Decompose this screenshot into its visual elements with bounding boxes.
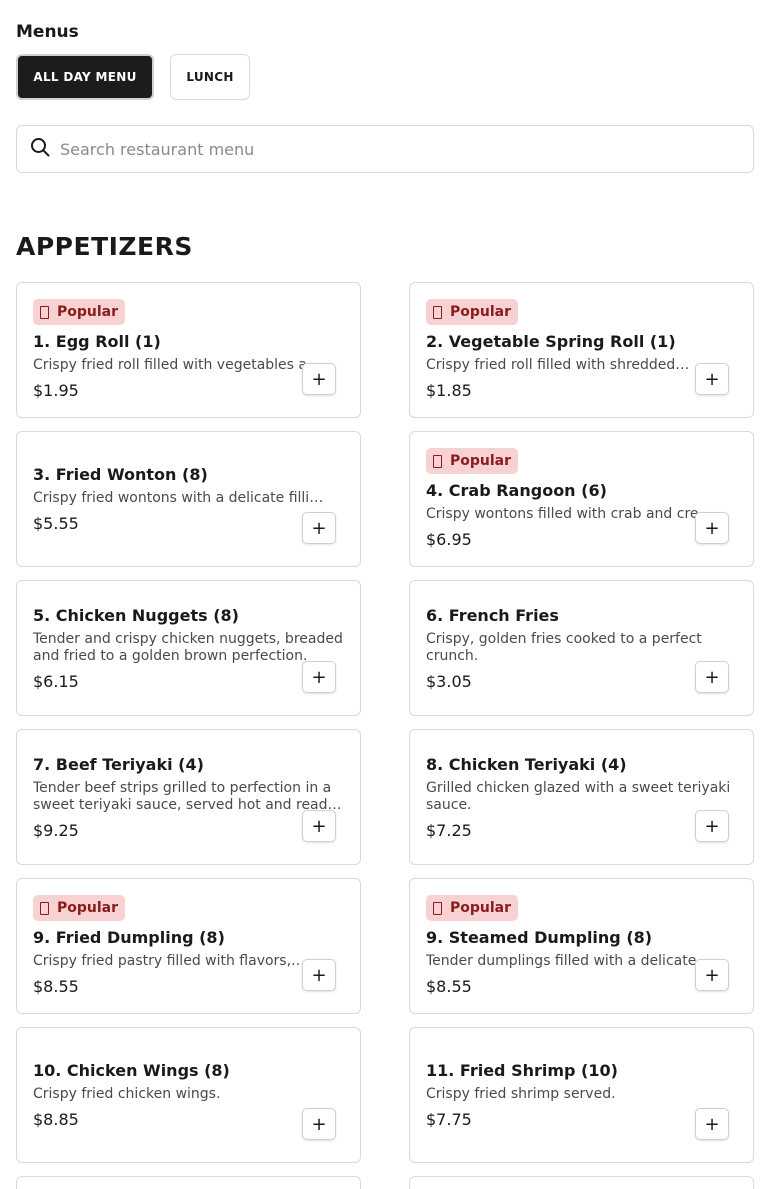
item-name: 8. Chicken Teriyaki (4) <box>426 754 627 774</box>
popular-badge-label: Popular <box>57 900 119 916</box>
menu-item-card[interactable]: Popular 9. Fried Dumpling (8) Crispy fried… <box>16 878 361 1014</box>
add-to-cart-button[interactable]: + <box>695 1108 729 1140</box>
add-to-cart-button[interactable]: + <box>302 512 336 544</box>
search-icon <box>30 137 50 161</box>
item-name: 9. Fried Dumpling (8) <box>33 928 225 947</box>
add-to-cart-button[interactable]: + <box>695 512 729 544</box>
popular-badge: Popular <box>33 299 126 325</box>
item-description: Grilled chicken glazed with a sweet teri… <box>426 779 731 813</box>
item-price: $1.85 <box>426 381 472 400</box>
popular-badge-label: Popular <box>450 900 512 916</box>
item-description: Crispy fried pastry filled with flavors,… <box>33 953 306 969</box>
item-price: $7.25 <box>426 820 472 840</box>
popular-badge-label: Popular <box>450 304 512 320</box>
item-description: Tender dumplings filled with a delicate… <box>426 953 711 969</box>
item-name: 2. Vegetable Spring Roll (1) <box>426 332 676 351</box>
popular-icon <box>40 901 49 915</box>
search-bar[interactable] <box>16 125 754 173</box>
add-to-cart-button[interactable]: + <box>302 959 336 991</box>
add-to-cart-button[interactable]: + <box>695 661 729 693</box>
menus-title: Menus <box>16 22 79 42</box>
popular-badge: Popular <box>426 895 519 921</box>
item-price: $8.55 <box>426 977 472 996</box>
menu-item-card[interactable]: 3. Fried Wonton (8) Crispy fried wontons … <box>16 431 361 567</box>
item-name: 4. Crab Rangoon (6) <box>426 481 607 500</box>
item-price: $6.95 <box>426 530 472 549</box>
popular-badge: Popular <box>33 895 126 921</box>
item-description: Crispy wontons filled with crab and crea… <box>426 506 718 522</box>
item-price: $6.15 <box>33 671 79 691</box>
item-price: $8.85 <box>33 1110 79 1129</box>
item-name: 3. Fried Wonton (8) <box>33 465 208 484</box>
menu-item-card[interactable]: 11. Fried Shrimp (10) Crispy fried shrimp… <box>409 1027 754 1163</box>
item-name: 9. Steamed Dumpling (8) <box>426 928 653 947</box>
add-to-cart-button[interactable]: + <box>302 810 336 842</box>
add-to-cart-button[interactable]: + <box>302 1108 336 1140</box>
popular-badge-label: Popular <box>450 453 512 469</box>
menu-item-card[interactable]: Popular 1. Egg Roll (1) Crispy fried roll … <box>16 282 361 418</box>
item-description: Crispy fried roll filled with vegetables… <box>33 357 325 373</box>
menu-items-grid: Popular 1. Egg Roll (1) Crispy fried roll … <box>16 282 754 1189</box>
item-description: Crispy, golden fries cooked to a perfect… <box>426 630 702 664</box>
add-to-cart-button[interactable]: + <box>302 661 336 693</box>
menu-item-card[interactable] <box>409 1176 754 1189</box>
item-price: $7.75 <box>426 1110 472 1129</box>
menu-item-card[interactable]: Popular 2. Vegetable Spring Roll (1) Crisp… <box>409 282 754 418</box>
section-title-appetizers: APPETIZERS <box>16 232 193 261</box>
popular-icon <box>40 305 49 319</box>
search-input[interactable] <box>60 139 700 159</box>
item-price: $9.25 <box>33 820 79 840</box>
menu-item-card[interactable]: 6. French Fries Crispy, golden fries cook… <box>409 580 754 716</box>
item-price: $3.05 <box>426 671 472 691</box>
add-to-cart-button[interactable]: + <box>695 810 729 842</box>
item-description: Crispy fried wontons with a delicate fil… <box>33 490 325 506</box>
item-description: Tender beef strips grilled to perfection… <box>33 779 336 813</box>
popular-icon <box>433 454 442 468</box>
item-name: 10. Chicken Wings (8) <box>33 1061 230 1080</box>
add-to-cart-button[interactable]: + <box>695 959 729 991</box>
menu-item-card[interactable]: 5. Chicken Nuggets (8) Tender and crispy … <box>16 580 361 716</box>
item-description: Crispy fried roll filled with shredded… <box>426 357 690 373</box>
item-price: $5.55 <box>33 514 79 533</box>
popular-badge: Popular <box>426 299 519 325</box>
item-name: 5. Chicken Nuggets (8) <box>33 605 239 625</box>
menu-item-card[interactable]: Popular 9. Steamed Dumpling (8) Tender dum… <box>409 878 754 1014</box>
item-description: Crispy fried chicken wings. <box>33 1086 221 1102</box>
add-to-cart-button[interactable]: + <box>695 363 729 395</box>
menu-item-card[interactable]: 10. Chicken Wings (8) Crispy fried chicke… <box>16 1027 361 1163</box>
item-name: 7. Beef Teriyaki (4) <box>33 754 204 774</box>
popular-badge: Popular <box>426 448 519 474</box>
popular-icon <box>433 901 442 915</box>
popular-badge-label: Popular <box>57 304 119 320</box>
menu-item-card[interactable]: Popular 4. Crab Rangoon (6) Crispy wontons… <box>409 431 754 567</box>
add-to-cart-button[interactable]: + <box>302 363 336 395</box>
popular-icon <box>433 305 442 319</box>
menu-item-card[interactable]: 7. Beef Teriyaki (4) Tender beef strips g… <box>16 729 361 865</box>
item-name: 6. French Fries <box>426 605 559 625</box>
tab-lunch[interactable]: LUNCH <box>170 54 250 100</box>
menu-item-card[interactable]: 8. Chicken Teriyaki (4) Grilled chicken g… <box>409 729 754 865</box>
menu-item-card[interactable] <box>16 1176 361 1189</box>
item-description: Crispy fried shrimp served. <box>426 1086 616 1102</box>
item-description: Tender and crispy chicken nuggets, bread… <box>33 630 343 664</box>
item-price: $8.55 <box>33 977 79 996</box>
item-name: 1. Egg Roll (1) <box>33 332 161 351</box>
item-name: 11. Fried Shrimp (10) <box>426 1061 618 1080</box>
item-price: $1.95 <box>33 381 79 400</box>
tab-all-day-menu[interactable]: ALL DAY MENU <box>16 54 154 100</box>
